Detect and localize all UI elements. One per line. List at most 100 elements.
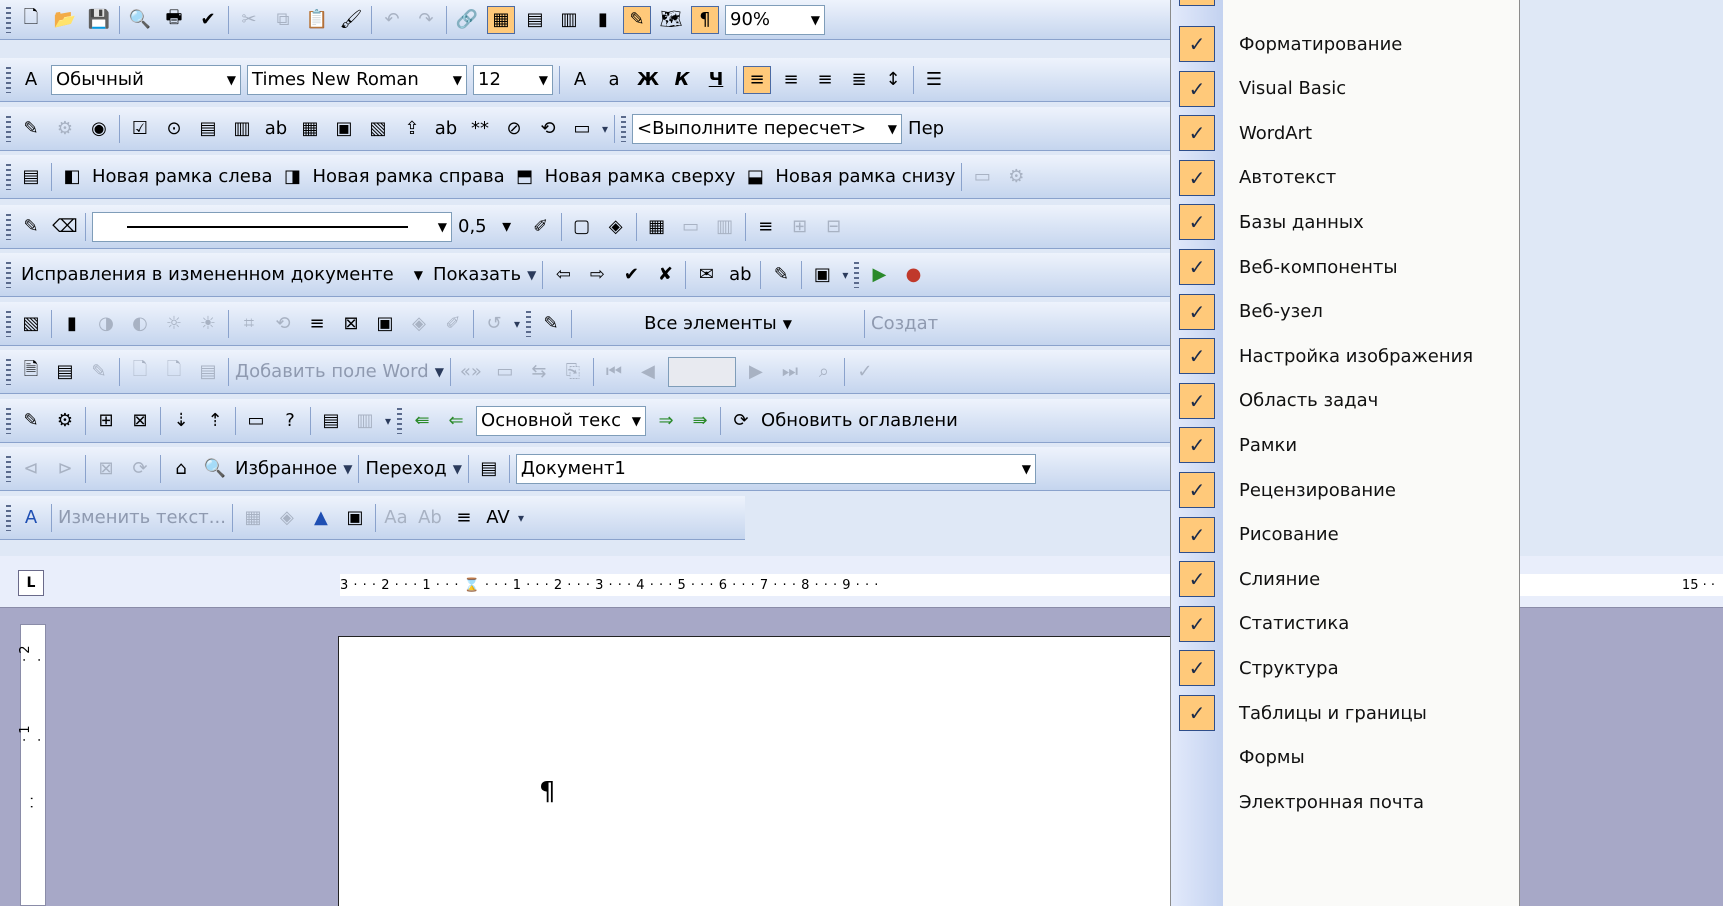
tab-stop-selector[interactable]: L	[18, 570, 44, 596]
hidden-field-icon[interactable]: ⊘	[500, 115, 528, 143]
menu-item-partial[interactable]	[1171, 0, 1521, 12]
menu-item[interactable]: ✓ Веб-компоненты	[1171, 245, 1521, 289]
new-frame-bottom-button[interactable]: Новая рамка снизу	[775, 166, 955, 187]
paste-icon[interactable]: 📋	[303, 6, 331, 34]
reviewing-pane-icon[interactable]: ▣	[808, 261, 836, 289]
view-merged-icon[interactable]: «»	[457, 358, 485, 386]
insert-picture-icon[interactable]: ▧	[17, 310, 45, 338]
toolbar-grip[interactable]	[6, 115, 11, 142]
show-only-web-toolbar-icon[interactable]: ▤	[475, 455, 503, 483]
distribute-columns-icon[interactable]: ⊟	[820, 213, 848, 241]
properties-icon[interactable]: ⚙	[51, 407, 79, 435]
toolbar-grip[interactable]	[6, 213, 11, 240]
line-style-icon[interactable]: ≡	[303, 310, 331, 338]
menu-item[interactable]: ✓ Слияние	[1171, 557, 1521, 601]
new-comment-icon[interactable]: ✉	[692, 261, 720, 289]
undo-icon[interactable]: ↶	[378, 6, 406, 34]
toolbar-options-icon[interactable]: ▾	[842, 268, 848, 282]
character-spacing-icon[interactable]: AV	[484, 504, 512, 532]
merge-fields-icon[interactable]: ▤	[194, 358, 222, 386]
menu-item[interactable]: ✓ Таблицы и границы	[1171, 691, 1521, 735]
vertical-text-icon[interactable]: Ab	[416, 504, 444, 532]
favorites-menu[interactable]: Избранное	[235, 458, 337, 479]
menu-item[interactable]: ✓ Рецензирование	[1171, 468, 1521, 512]
zoom-select[interactable]: 90% ▼	[725, 4, 825, 35]
menu-item[interactable]: ✓ Область задач	[1171, 379, 1521, 423]
toolbar-grip[interactable]	[6, 358, 11, 385]
transparent-color-icon[interactable]: ✐	[439, 310, 467, 338]
new-frame-right-button[interactable]: Новая рамка справа	[313, 166, 505, 187]
field-combo[interactable]: <Выполните пересчет> ▼	[632, 113, 903, 144]
frame-left-icon[interactable]: ◧	[58, 163, 86, 191]
edit-icon[interactable]: ✎	[17, 407, 45, 435]
toolbar-grip[interactable]	[621, 115, 627, 142]
styles-icon[interactable]: A	[17, 66, 45, 94]
play-icon[interactable]: ▶	[865, 261, 893, 289]
next-record-icon[interactable]: ▶	[742, 358, 770, 386]
menu-item[interactable]: ✓ Структура	[1171, 646, 1521, 690]
table-icon[interactable]: ▦	[296, 115, 324, 143]
frame-icon[interactable]: ▣	[330, 115, 358, 143]
highlight-fields-icon[interactable]: ▭	[491, 358, 519, 386]
submit-image-icon[interactable]: ▭	[568, 115, 596, 143]
hyperlink-icon[interactable]: 🔗	[453, 6, 481, 34]
drawing-icon[interactable]: ✎	[623, 5, 651, 34]
line-style-select[interactable]: ▼	[92, 211, 452, 242]
refresh-icon[interactable]: ⟳	[126, 455, 154, 483]
query-icon[interactable]: ?	[276, 407, 304, 435]
toolbar-grip[interactable]	[6, 455, 11, 482]
columns-icon[interactable]: ▮	[589, 6, 617, 34]
previous-change-icon[interactable]: ⇦	[549, 261, 577, 289]
sort-descending-icon[interactable]: ⇡	[201, 407, 229, 435]
color-icon[interactable]: ▮	[58, 310, 86, 338]
new-frame-top-button[interactable]: Новая рамка сверху	[545, 166, 736, 187]
checkbox-icon[interactable]: ☑	[126, 115, 154, 143]
numbering-icon[interactable]: ☰	[920, 66, 948, 94]
eraser-icon[interactable]: ⌫	[51, 213, 79, 241]
format-picture-icon[interactable]: ◈	[405, 310, 433, 338]
show-menu-button[interactable]: Показать	[433, 264, 521, 285]
style-select[interactable]: Обычный ▼	[51, 64, 241, 95]
same-letter-heights-icon[interactable]: Aa	[382, 504, 410, 532]
border-color-icon[interactable]: ✐	[527, 213, 555, 241]
toolbar-grip[interactable]	[6, 261, 11, 288]
text-wrapping-icon[interactable]: ▣	[341, 504, 369, 532]
menu-item[interactable]: ✓ Рисование	[1171, 513, 1521, 557]
menu-item[interactable]: ✓ Автотекст	[1171, 156, 1521, 200]
promote-heading-icon[interactable]: ⇚	[408, 407, 436, 435]
cut-icon[interactable]: ✂	[235, 6, 263, 34]
compress-icon[interactable]: ⊠	[337, 310, 365, 338]
outline-icon[interactable]: ✎	[537, 310, 565, 338]
underline-icon[interactable]: Ч	[702, 66, 730, 94]
toolbar-grip[interactable]	[6, 310, 11, 337]
toolbar-grip[interactable]	[397, 407, 403, 434]
forward-icon[interactable]: ⊳	[51, 455, 79, 483]
toolbar-grip[interactable]	[6, 66, 11, 93]
password-icon[interactable]: **	[466, 115, 494, 143]
justify-icon[interactable]: ≣	[845, 66, 873, 94]
table-of-contents-icon[interactable]: ▤	[17, 163, 45, 191]
image-icon[interactable]: ▧	[364, 115, 392, 143]
menu-item[interactable]: ✓ Веб-узел	[1171, 290, 1521, 334]
shading-icon[interactable]: ◈	[602, 213, 630, 241]
vertical-ruler[interactable]: · 2 · · 1 · · ·	[18, 624, 48, 906]
copy-icon[interactable]: ⧉	[269, 6, 297, 34]
text-field-icon[interactable]: ab	[432, 115, 460, 143]
crop-icon[interactable]: ⌗	[235, 310, 263, 338]
properties-icon[interactable]: ⚙	[51, 115, 79, 143]
toolbar-grip[interactable]	[6, 163, 11, 190]
bold-icon[interactable]: Ж	[634, 66, 662, 94]
delete-row-icon[interactable]: ⊠	[126, 407, 154, 435]
highlight-icon[interactable]: ab	[726, 261, 754, 289]
show-level-select[interactable]: Все элементы ▼	[578, 309, 858, 339]
insert-table-icon[interactable]: ▤	[521, 6, 549, 34]
propagate-icon[interactable]: ⎘	[559, 358, 587, 386]
next-change-icon[interactable]: ⇨	[583, 261, 611, 289]
wordart-gallery-icon[interactable]: ▦	[239, 504, 267, 532]
format-wordart-icon[interactable]: ◈	[273, 504, 301, 532]
outline-level-select[interactable]: Основной текс ▼	[476, 405, 647, 436]
demote-body-icon[interactable]: ⇛	[686, 407, 714, 435]
menu-item[interactable]: ✓ Настройка изображения	[1171, 334, 1521, 378]
reject-change-icon[interactable]: ✘	[651, 261, 679, 289]
demote-icon[interactable]: ⇒	[652, 407, 680, 435]
